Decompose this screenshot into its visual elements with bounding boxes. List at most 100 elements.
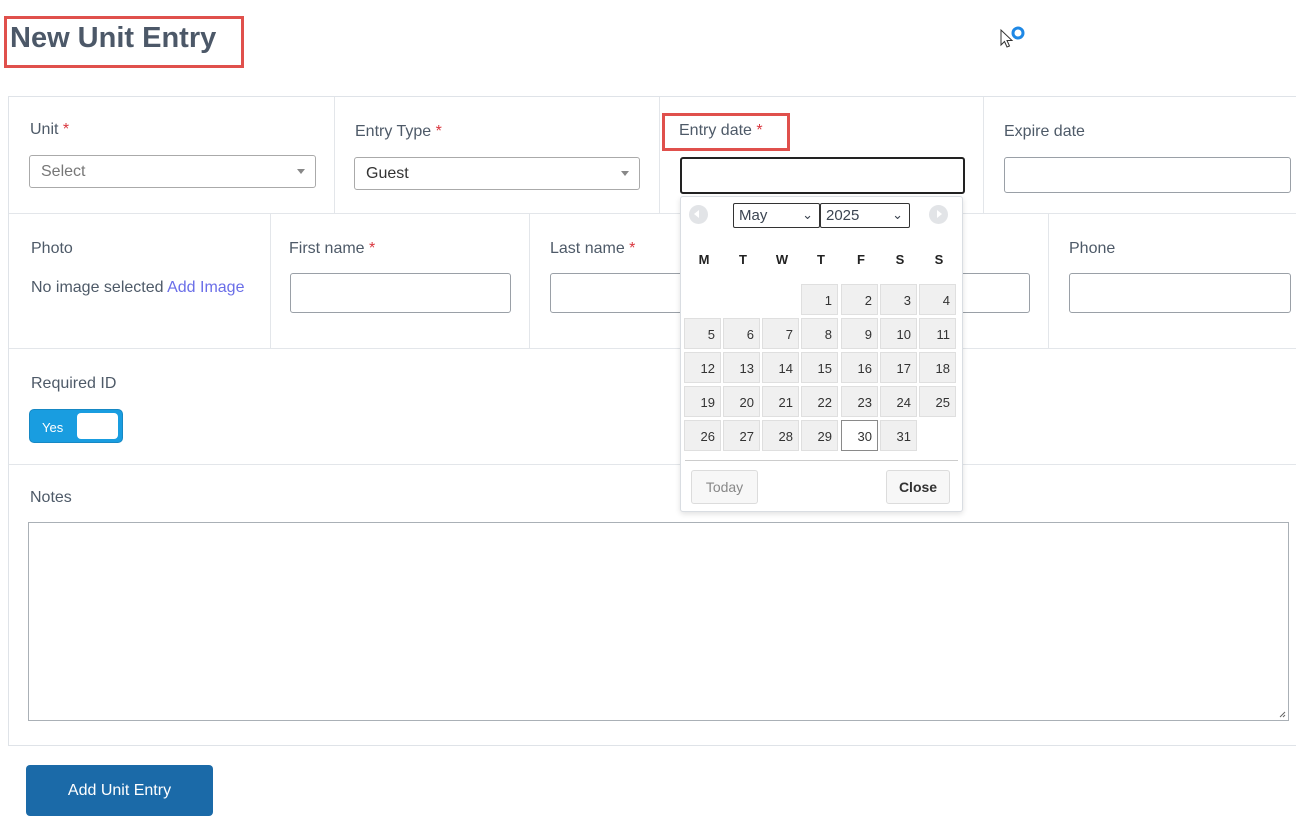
entry-type-select[interactable]: Guest: [354, 157, 640, 190]
unit-select[interactable]: Select: [29, 155, 316, 188]
last-name-label: Last name *: [550, 240, 635, 258]
weekday-header: T: [817, 252, 825, 267]
calendar-day[interactable]: 1: [801, 284, 838, 315]
calendar-day[interactable]: 23: [841, 386, 878, 417]
last-name-label-text: Last name: [550, 240, 625, 257]
first-name-label-text: First name: [289, 240, 365, 257]
calendar-day[interactable]: 2: [841, 284, 878, 315]
expire-date-label: Expire date: [1004, 123, 1085, 140]
resize-handle-icon[interactable]: [1278, 710, 1286, 718]
entry-type-label: Entry Type *: [355, 123, 442, 141]
phone-label: Phone: [1069, 240, 1116, 257]
required-marker: *: [629, 240, 636, 257]
first-name-input[interactable]: [290, 273, 511, 313]
required-id-label: Required ID: [31, 375, 117, 392]
weekday-header: M: [698, 252, 710, 267]
entry-date-label-text: Entry date: [679, 122, 752, 139]
calendar-day[interactable]: 6: [723, 318, 760, 349]
calendar-day[interactable]: 11: [919, 318, 956, 349]
month-select[interactable]: May ⌄: [733, 203, 820, 228]
calendar-day[interactable]: 4: [919, 284, 956, 315]
calendar-day[interactable]: 25: [919, 386, 956, 417]
entry-type-select-value: Guest: [366, 165, 409, 182]
form-row-2: Photo No image selected Add Image First …: [9, 214, 1296, 349]
calendar-day[interactable]: 7: [762, 318, 799, 349]
required-marker: *: [369, 240, 376, 257]
datepicker-divider: [685, 460, 958, 461]
chevron-down-icon: [621, 171, 629, 176]
calendar-day[interactable]: 22: [801, 386, 838, 417]
add-image-link[interactable]: Add Image: [167, 279, 244, 296]
toggle-knob: [77, 413, 118, 439]
prev-month-icon[interactable]: [689, 205, 708, 224]
calendar-day[interactable]: 31: [880, 420, 917, 451]
close-button[interactable]: Close: [886, 470, 950, 504]
next-month-icon[interactable]: [929, 205, 948, 224]
form-row-1: Unit * Select Entry Type * Guest Entry d…: [9, 97, 1296, 214]
today-button[interactable]: Today: [691, 470, 758, 504]
calendar-day[interactable]: 30: [841, 420, 878, 451]
calendar-day[interactable]: 20: [723, 386, 760, 417]
first-name-label: First name *: [289, 240, 375, 258]
required-marker: *: [756, 122, 763, 139]
calendar-day[interactable]: 10: [880, 318, 917, 349]
calendar-day[interactable]: 26: [684, 420, 721, 451]
calendar-day[interactable]: 14: [762, 352, 799, 383]
unit-label: Unit *: [30, 121, 69, 139]
entry-date-label: Entry date *: [679, 122, 763, 140]
year-select[interactable]: 2025 ⌄: [820, 203, 910, 228]
phone-cell: Phone: [1049, 214, 1296, 348]
calendar-day[interactable]: 12: [684, 352, 721, 383]
calendar-day[interactable]: 28: [762, 420, 799, 451]
weekday-header: S: [895, 252, 905, 267]
weekday-header: T: [739, 252, 747, 267]
entry-type-cell: Entry Type * Guest: [335, 97, 660, 213]
busy-cursor-icon: [1000, 26, 1025, 48]
calendar-day[interactable]: 16: [841, 352, 878, 383]
chevron-down-icon: [297, 169, 305, 174]
photo-cell: Photo No image selected Add Image: [9, 214, 271, 348]
chevron-down-icon: ⌄: [892, 207, 903, 222]
unit-entry-form: Unit * Select Entry Type * Guest Entry d…: [8, 96, 1296, 746]
first-name-cell: First name *: [271, 214, 530, 348]
expire-date-input[interactable]: [1004, 157, 1291, 193]
calendar-day[interactable]: 24: [880, 386, 917, 417]
notes-textarea[interactable]: [28, 522, 1289, 721]
weekday-header: S: [934, 252, 944, 267]
required-id-toggle[interactable]: Yes: [29, 409, 123, 443]
weekday-header: F: [857, 252, 865, 267]
notes-label: Notes: [30, 489, 72, 506]
unit-label-text: Unit: [30, 121, 59, 138]
calendar-day[interactable]: 21: [762, 386, 799, 417]
entry-type-label-text: Entry Type: [355, 123, 432, 140]
calendar-day[interactable]: 13: [723, 352, 760, 383]
weekday-header: W: [775, 252, 789, 267]
entry-date-input[interactable]: [680, 157, 965, 194]
required-marker: *: [435, 123, 442, 140]
calendar-day[interactable]: 9: [841, 318, 878, 349]
photo-status-text: No image selected: [31, 279, 164, 296]
calendar-day[interactable]: 5: [684, 318, 721, 349]
calendar-day[interactable]: 27: [723, 420, 760, 451]
calendar-day[interactable]: 18: [919, 352, 956, 383]
phone-input[interactable]: [1069, 273, 1291, 313]
unit-select-value: Select: [41, 163, 86, 180]
calendar-day[interactable]: 8: [801, 318, 838, 349]
calendar-day[interactable]: 17: [880, 352, 917, 383]
unit-cell: Unit * Select: [9, 97, 335, 213]
form-row-3: [9, 349, 1296, 465]
required-marker: *: [62, 121, 70, 138]
calendar-day[interactable]: 3: [880, 284, 917, 315]
photo-label: Photo: [31, 240, 73, 257]
chevron-down-icon: ⌄: [802, 207, 813, 222]
page-title: New Unit Entry: [10, 22, 217, 54]
toggle-label: Yes: [42, 420, 64, 435]
photo-status: No image selected Add Image: [31, 274, 246, 302]
calendar-day[interactable]: 29: [801, 420, 838, 451]
calendar-day[interactable]: 19: [684, 386, 721, 417]
add-unit-entry-button[interactable]: Add Unit Entry: [26, 765, 213, 816]
calendar-day[interactable]: 15: [801, 352, 838, 383]
month-select-value: May: [739, 207, 768, 224]
expire-date-cell: Expire date: [984, 97, 1296, 213]
datepicker-popup: May ⌄ 2025 ⌄ M T W T F S S 1 2 3 4 5 6 7 8 9 10 11 12 13 14 1…: [680, 196, 963, 512]
